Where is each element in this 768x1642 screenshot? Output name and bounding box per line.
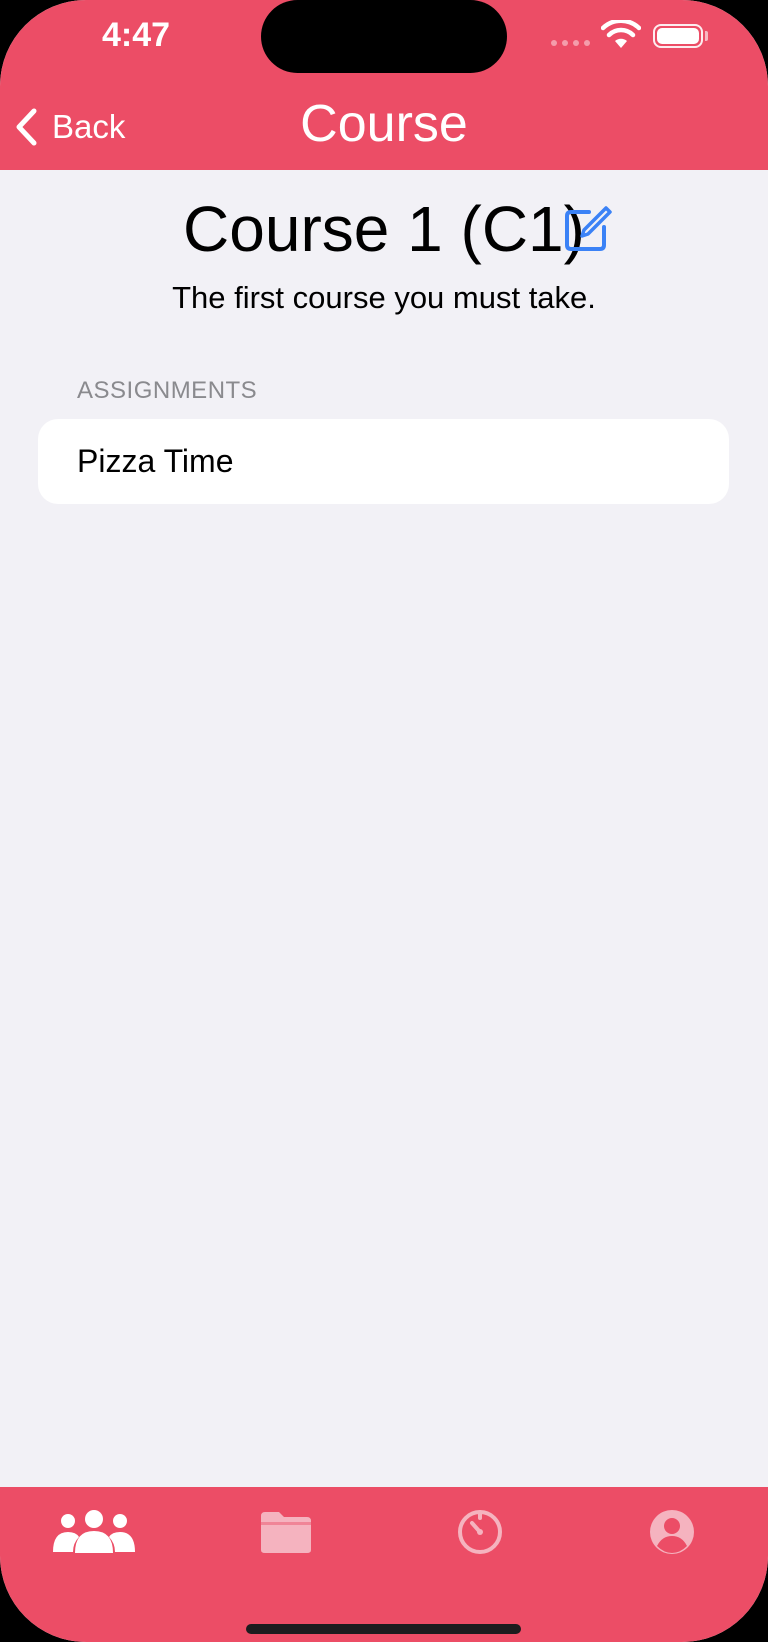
wifi-icon [601, 20, 641, 48]
tab-profile[interactable] [622, 1497, 722, 1567]
dynamic-island [261, 0, 507, 73]
edit-icon[interactable] [562, 202, 614, 254]
app-screen: 4:47 Back Course Course 1 (C1) The first… [0, 0, 768, 1642]
home-indicator [246, 1624, 521, 1634]
people-icon [53, 1510, 135, 1553]
battery-tip [705, 31, 708, 41]
assignments-header: ASSIGNMENTS [77, 377, 258, 404]
folder-icon [261, 1512, 311, 1553]
battery-icon [653, 24, 703, 48]
nav-title: Course [300, 95, 468, 153]
assignment-label: Pizza Time [77, 443, 234, 479]
cellular-signal-icon [551, 40, 590, 46]
timer-icon [458, 1510, 502, 1554]
list-item[interactable]: Pizza Time [38, 419, 729, 504]
course-description: The first course you must take. [172, 280, 596, 315]
tab-folder[interactable] [236, 1497, 336, 1567]
course-title: Course 1 (C1) [183, 193, 585, 265]
course-title-row: Course 1 (C1) [0, 188, 768, 270]
tab-timer[interactable] [430, 1497, 530, 1567]
profile-icon [650, 1510, 694, 1554]
status-time: 4:47 [102, 16, 171, 54]
tab-people[interactable] [44, 1497, 144, 1567]
